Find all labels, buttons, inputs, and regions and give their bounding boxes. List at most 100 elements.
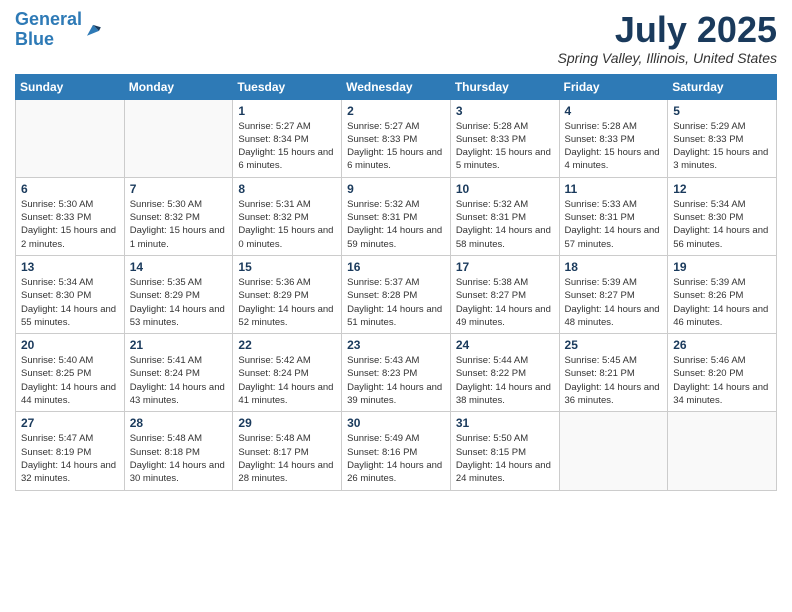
calendar-cell: 22Sunrise: 5:42 AMSunset: 8:24 PMDayligh… (233, 334, 342, 412)
cell-details: Sunrise: 5:33 AMSunset: 8:31 PMDaylight:… (565, 198, 663, 251)
day-number: 27 (21, 416, 119, 430)
cell-details: Sunrise: 5:27 AMSunset: 8:34 PMDaylight:… (238, 120, 336, 173)
cell-details: Sunrise: 5:31 AMSunset: 8:32 PMDaylight:… (238, 198, 336, 251)
calendar-cell: 13 Sunrise: 5:34 AMSunset: 8:30 PMDayligh… (16, 255, 125, 333)
day-number: 12 (673, 182, 771, 196)
calendar-cell: 16Sunrise: 5:37 AMSunset: 8:28 PMDayligh… (342, 255, 451, 333)
calendar-table: SundayMondayTuesdayWednesdayThursdayFrid… (15, 74, 777, 491)
col-header-sunday: Sunday (16, 74, 125, 99)
day-number: 22 (238, 338, 336, 352)
logo-general: General (15, 9, 82, 29)
cell-details: Sunrise: 5:32 AMSunset: 8:31 PMDaylight:… (456, 198, 554, 251)
day-number: 15 (238, 260, 336, 274)
day-number: 14 (130, 260, 228, 274)
calendar-cell: 7 Sunrise: 5:30 AMSunset: 8:32 PMDaylight… (124, 177, 233, 255)
day-number: 23 (347, 338, 445, 352)
cell-details: Sunrise: 5:47 AMSunset: 8:19 PMDaylight:… (21, 432, 119, 485)
logo-text: General Blue (15, 10, 82, 50)
calendar-cell: 8Sunrise: 5:31 AMSunset: 8:32 PMDaylight… (233, 177, 342, 255)
col-header-saturday: Saturday (668, 74, 777, 99)
day-number: 11 (565, 182, 663, 196)
cell-details: Sunrise: 5:30 AMSunset: 8:33 PMDaylight:… (21, 198, 119, 251)
calendar-week-5: 27 Sunrise: 5:47 AMSunset: 8:19 PMDayligh… (16, 412, 777, 490)
day-number: 7 (130, 182, 228, 196)
cell-details: Sunrise: 5:46 AMSunset: 8:20 PMDaylight:… (673, 354, 771, 407)
day-number: 31 (456, 416, 554, 430)
calendar-cell: 9 Sunrise: 5:32 AMSunset: 8:31 PMDaylight… (342, 177, 451, 255)
day-number: 13 (21, 260, 119, 274)
cell-details: Sunrise: 5:41 AMSunset: 8:24 PMDaylight:… (130, 354, 228, 407)
calendar-cell: 15 Sunrise: 5:36 AMSunset: 8:29 PMDayligh… (233, 255, 342, 333)
day-number: 5 (673, 104, 771, 118)
calendar-week-4: 20 Sunrise: 5:40 AMSunset: 8:25 PMDayligh… (16, 334, 777, 412)
page: General Blue July 2025 Spring Valley, Il… (0, 0, 792, 612)
calendar-cell: 23Sunrise: 5:43 AMSunset: 8:23 PMDayligh… (342, 334, 451, 412)
cell-details: Sunrise: 5:48 AMSunset: 8:18 PMDaylight:… (130, 432, 228, 485)
day-number: 4 (565, 104, 663, 118)
calendar-cell: 26 Sunrise: 5:46 AMSunset: 8:20 PMDayligh… (668, 334, 777, 412)
main-title: July 2025 (558, 10, 777, 50)
cell-details: Sunrise: 5:40 AMSunset: 8:25 PMDaylight:… (21, 354, 119, 407)
cell-details: Sunrise: 5:50 AMSunset: 8:15 PMDaylight:… (456, 432, 554, 485)
day-number: 28 (130, 416, 228, 430)
cell-details: Sunrise: 5:32 AMSunset: 8:31 PMDaylight:… (347, 198, 445, 251)
cell-details: Sunrise: 5:34 AMSunset: 8:30 PMDaylight:… (21, 276, 119, 329)
calendar-cell: 10 Sunrise: 5:32 AMSunset: 8:31 PMDayligh… (450, 177, 559, 255)
calendar-cell: 19 Sunrise: 5:39 AMSunset: 8:26 PMDayligh… (668, 255, 777, 333)
calendar-cell (124, 99, 233, 177)
calendar-cell: 11 Sunrise: 5:33 AMSunset: 8:31 PMDayligh… (559, 177, 668, 255)
calendar-header-row: SundayMondayTuesdayWednesdayThursdayFrid… (16, 74, 777, 99)
cell-details: Sunrise: 5:45 AMSunset: 8:21 PMDaylight:… (565, 354, 663, 407)
cell-details: Sunrise: 5:35 AMSunset: 8:29 PMDaylight:… (130, 276, 228, 329)
cell-details: Sunrise: 5:30 AMSunset: 8:32 PMDaylight:… (130, 198, 228, 251)
calendar-cell (668, 412, 777, 490)
day-number: 19 (673, 260, 771, 274)
cell-details: Sunrise: 5:29 AMSunset: 8:33 PMDaylight:… (673, 120, 771, 173)
calendar-cell (16, 99, 125, 177)
day-number: 1 (238, 104, 336, 118)
col-header-tuesday: Tuesday (233, 74, 342, 99)
logo-blue: Blue (15, 29, 54, 49)
calendar-cell: 25Sunrise: 5:45 AMSunset: 8:21 PMDayligh… (559, 334, 668, 412)
day-number: 20 (21, 338, 119, 352)
calendar-cell: 1 Sunrise: 5:27 AMSunset: 8:34 PMDaylight… (233, 99, 342, 177)
calendar-cell: 12 Sunrise: 5:34 AMSunset: 8:30 PMDayligh… (668, 177, 777, 255)
calendar-cell: 4Sunrise: 5:28 AMSunset: 8:33 PMDaylight… (559, 99, 668, 177)
day-number: 24 (456, 338, 554, 352)
calendar-cell: 14 Sunrise: 5:35 AMSunset: 8:29 PMDayligh… (124, 255, 233, 333)
cell-details: Sunrise: 5:27 AMSunset: 8:33 PMDaylight:… (347, 120, 445, 173)
calendar-cell: 17Sunrise: 5:38 AMSunset: 8:27 PMDayligh… (450, 255, 559, 333)
calendar-cell (559, 412, 668, 490)
calendar-cell: 20 Sunrise: 5:40 AMSunset: 8:25 PMDayligh… (16, 334, 125, 412)
logo-icon (84, 21, 102, 39)
calendar-cell: 31 Sunrise: 5:50 AMSunset: 8:15 PMDayligh… (450, 412, 559, 490)
cell-details: Sunrise: 5:39 AMSunset: 8:26 PMDaylight:… (673, 276, 771, 329)
day-number: 26 (673, 338, 771, 352)
col-header-friday: Friday (559, 74, 668, 99)
col-header-wednesday: Wednesday (342, 74, 451, 99)
cell-details: Sunrise: 5:48 AMSunset: 8:17 PMDaylight:… (238, 432, 336, 485)
calendar-cell: 24 Sunrise: 5:44 AMSunset: 8:22 PMDayligh… (450, 334, 559, 412)
calendar-week-2: 6 Sunrise: 5:30 AMSunset: 8:33 PMDaylight… (16, 177, 777, 255)
cell-details: Sunrise: 5:44 AMSunset: 8:22 PMDaylight:… (456, 354, 554, 407)
cell-details: Sunrise: 5:36 AMSunset: 8:29 PMDaylight:… (238, 276, 336, 329)
day-number: 2 (347, 104, 445, 118)
day-number: 6 (21, 182, 119, 196)
calendar-week-1: 1 Sunrise: 5:27 AMSunset: 8:34 PMDaylight… (16, 99, 777, 177)
cell-details: Sunrise: 5:49 AMSunset: 8:16 PMDaylight:… (347, 432, 445, 485)
cell-details: Sunrise: 5:38 AMSunset: 8:27 PMDaylight:… (456, 276, 554, 329)
title-area: July 2025 Spring Valley, Illinois, Unite… (558, 10, 777, 66)
calendar-cell: 3Sunrise: 5:28 AMSunset: 8:33 PMDaylight… (450, 99, 559, 177)
calendar-cell: 29 Sunrise: 5:48 AMSunset: 8:17 PMDayligh… (233, 412, 342, 490)
header: General Blue July 2025 Spring Valley, Il… (15, 10, 777, 66)
cell-details: Sunrise: 5:34 AMSunset: 8:30 PMDaylight:… (673, 198, 771, 251)
day-number: 9 (347, 182, 445, 196)
day-number: 29 (238, 416, 336, 430)
day-number: 21 (130, 338, 228, 352)
day-number: 18 (565, 260, 663, 274)
calendar-cell: 21 Sunrise: 5:41 AMSunset: 8:24 PMDayligh… (124, 334, 233, 412)
day-number: 3 (456, 104, 554, 118)
calendar-week-3: 13 Sunrise: 5:34 AMSunset: 8:30 PMDayligh… (16, 255, 777, 333)
calendar-cell: 30Sunrise: 5:49 AMSunset: 8:16 PMDayligh… (342, 412, 451, 490)
day-number: 10 (456, 182, 554, 196)
